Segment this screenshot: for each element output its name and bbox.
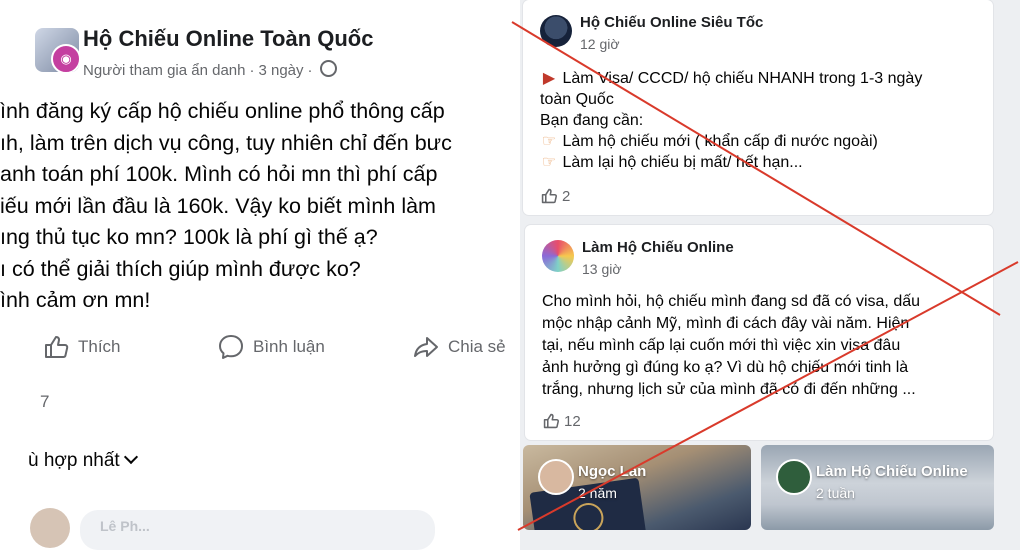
- sort-label: ù hợp nhất: [28, 450, 120, 471]
- post-body: ▶ Làm Visa/ CCCD/ hộ chiếu NHANH trong 1…: [540, 68, 985, 173]
- post-body: ình đăng ký cấp hộ chiếu online phổ thôn…: [0, 96, 520, 317]
- tile-author: Ngọc Lan: [578, 463, 647, 480]
- line-text: Làm hộ chiếu mới ( khẩn cấp đi nước ngoà…: [562, 133, 878, 150]
- post-action-bar: Thích Bình luận Chia sẻ: [42, 333, 520, 363]
- anonymous-post: ◉ Hộ Chiếu Online Toàn Quốc Người tham g…: [0, 0, 520, 550]
- post-body-line: ình đăng ký cấp hộ chiếu online phổ thôn…: [0, 99, 445, 123]
- post-body-line: ☞ Làm lại hộ chiếu bị mất/ hết hạn...: [540, 152, 985, 173]
- tile-author: Làm Hộ Chiếu Online: [816, 463, 968, 480]
- tile-time: 2 năm: [578, 485, 617, 501]
- post-body-line: tại, nếu mình cấp lại cuốn mới thì việc …: [542, 337, 901, 354]
- page-avatar[interactable]: [540, 15, 572, 47]
- group-avatar[interactable]: ◉: [35, 28, 79, 72]
- comment-sort-dropdown[interactable]: ù hợp nhất: [28, 449, 138, 472]
- video-tile[interactable]: Ngọc Lan 2 năm: [523, 445, 751, 530]
- post-body-line: ình cảm ơn mn!: [0, 288, 151, 312]
- video-tile[interactable]: Làm Hộ Chiếu Online 2 tuần: [761, 445, 994, 530]
- related-post-card[interactable]: Hộ Chiếu Online Siêu Tốc 12 giờ ▶ Làm Vi…: [523, 0, 993, 215]
- like-count-value: 12: [564, 412, 581, 430]
- tile-avatar: [776, 459, 812, 495]
- line-text: Làm Visa/ CCCD/ hộ chiếu NHANH trong 1-3…: [562, 70, 923, 87]
- page-name[interactable]: Làm Hộ Chiếu Online: [582, 239, 734, 256]
- post-body-line: ıh, làm trên dịch vụ công, tuy nhiên chỉ…: [0, 130, 452, 155]
- post-body-line: trắng, nhưng lịch sử của mình đã có đi đ…: [542, 381, 916, 398]
- page-avatar[interactable]: [542, 240, 574, 272]
- thumbs-up-icon: [45, 336, 69, 358]
- reaction-count[interactable]: 7: [40, 392, 49, 412]
- post-body-line: ảnh hưởng gì đúng ko ạ? Vì dù hộ chiếu m…: [542, 359, 909, 376]
- like-label: Thích: [78, 337, 121, 356]
- anonymous-member-label: Người tham gia ẩn danh: [83, 62, 246, 79]
- anonymous-badge-icon: ◉: [51, 44, 79, 72]
- post-time[interactable]: 13 giờ: [582, 261, 622, 277]
- comment-label: Bình luận: [253, 337, 325, 356]
- tile-time: 2 tuần: [816, 485, 855, 501]
- like-button[interactable]: Thích: [42, 333, 121, 361]
- comment-button[interactable]: Bình luận: [217, 333, 325, 361]
- post-meta: Người tham gia ẩn danh · 3 ngày ·: [83, 60, 337, 79]
- post-body-line: mộc nhập cảnh Mỹ, mình đi cách đây vài n…: [542, 315, 910, 332]
- globe-icon: [319, 60, 337, 77]
- post-body-line: ıng thủ tục ko mn? 100k là phí gì thế ạ?: [0, 225, 378, 249]
- post-time[interactable]: 12 giờ: [580, 36, 620, 52]
- post-body-line: ☞ Làm hộ chiếu mới ( khẩn cấp đi nước ng…: [540, 131, 985, 152]
- share-label: Chia sẻ: [448, 337, 506, 356]
- like-count-value: 2: [562, 187, 571, 205]
- post-body: Cho mình hỏi, hộ chiếu mình đang sd đã c…: [542, 291, 987, 401]
- post-body-line: Bạn đang cần:: [540, 112, 644, 129]
- related-post-card[interactable]: Làm Hộ Chiếu Online 13 giờ Cho mình hỏi,…: [525, 225, 993, 440]
- post-body-line: ı có thể giải thích giúp mình được ko?: [0, 256, 361, 281]
- page-name[interactable]: Hộ Chiếu Online Siêu Tốc: [580, 14, 763, 31]
- post-body-line: ▶ Làm Visa/ CCCD/ hộ chiếu NHANH trong 1…: [540, 68, 985, 89]
- post-body-line: toàn Quốc: [540, 91, 614, 108]
- post-time[interactable]: 3 ngày: [258, 62, 303, 79]
- post-body-line: iếu mới lần đầu là 160k. Vậy ko biết mìn…: [0, 193, 436, 218]
- pointing-hand-icon: ☞: [541, 133, 557, 150]
- thumbs-up-icon: [541, 188, 558, 204]
- related-posts-panel: Hộ Chiếu Online Siêu Tốc 12 giờ ▶ Làm Vi…: [520, 0, 1020, 550]
- megaphone-icon: ▶: [542, 70, 556, 87]
- tile-avatar: [538, 459, 574, 495]
- thumbs-up-icon: [543, 413, 560, 429]
- post-body-line: anh toán phí 100k. Mình có hỏi mn thì ph…: [0, 162, 438, 186]
- post-body-line: Cho mình hỏi, hộ chiếu mình đang sd đã c…: [542, 293, 921, 310]
- comment-bubble-icon: [219, 335, 243, 359]
- pointing-hand-icon: ☞: [541, 154, 557, 171]
- chevron-down-icon: [123, 449, 138, 465]
- post-group-name[interactable]: Hộ Chiếu Online Toàn Quốc: [83, 26, 373, 52]
- share-arrow-icon: [414, 337, 438, 357]
- share-button[interactable]: Chia sẻ: [412, 333, 506, 361]
- like-count[interactable]: 2: [540, 187, 570, 205]
- commenter-name[interactable]: Lê Ph...: [100, 518, 150, 534]
- commenter-avatar[interactable]: [30, 508, 70, 548]
- line-text: Làm lại hộ chiếu bị mất/ hết hạn...: [562, 154, 803, 171]
- like-count[interactable]: 12: [542, 412, 581, 430]
